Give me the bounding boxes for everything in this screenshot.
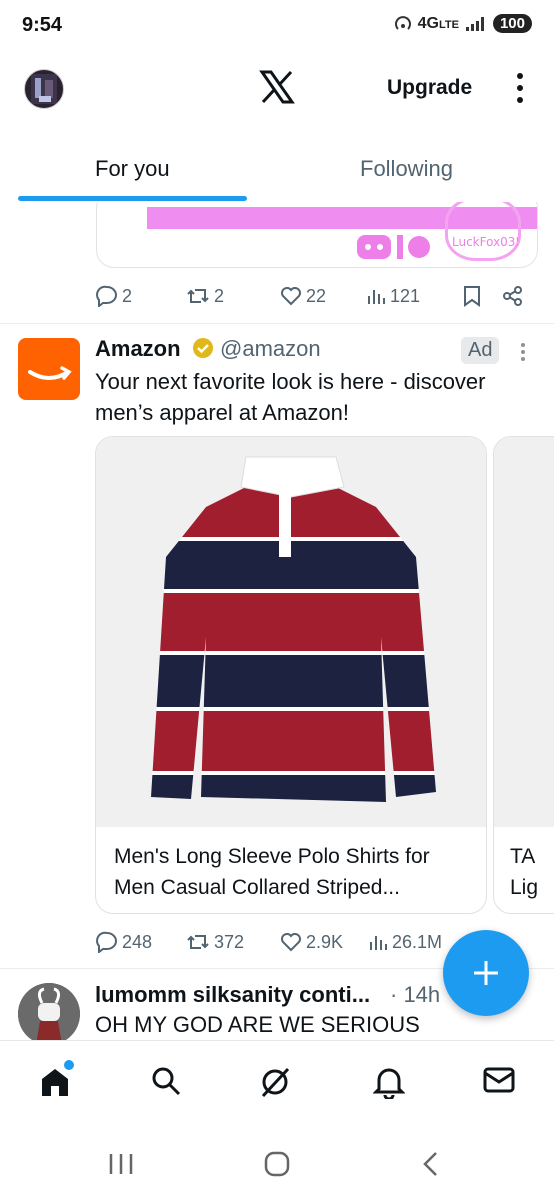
author-name[interactable]: lumomm silksanity conti... [95, 982, 370, 1008]
search-icon [152, 1067, 181, 1096]
share-button[interactable] [502, 285, 524, 307]
carousel-card[interactable]: TA Lig [493, 436, 554, 914]
like-button[interactable]: 2.9K [280, 932, 343, 953]
post-text: Your next favorite look is here - discov… [95, 369, 486, 425]
fox-logo: LuckFox035 [445, 197, 521, 261]
bookmark-button[interactable] [463, 285, 481, 307]
repost-button[interactable]: 2 [186, 285, 224, 307]
carousel-card[interactable]: Men's Long Sleeve Polo Shirts for Men Ca… [95, 436, 487, 914]
home-system-button[interactable] [263, 1150, 291, 1178]
system-navigation [0, 1126, 554, 1200]
repost-button[interactable]: 372 [186, 931, 244, 953]
hotspot-icon [394, 15, 411, 30]
author-avatar[interactable] [18, 983, 80, 1045]
ad-badge: Ad [461, 337, 500, 364]
product-image [494, 437, 554, 827]
views-button[interactable]: 26.1M [368, 932, 442, 953]
logo-lettering: LuckFox035 [452, 235, 518, 249]
product-title: TA Lig [510, 845, 539, 899]
network-label: 4GLTE [417, 14, 459, 32]
nav-grok[interactable] [258, 1065, 292, 1099]
repost-icon [187, 935, 209, 949]
mail-icon [483, 1067, 515, 1093]
tab-for-you[interactable]: For you [95, 156, 170, 182]
status-time: 9:54 [22, 14, 63, 36]
post-text: OH MY GOD ARE WE SERIOUS [95, 1012, 420, 1037]
share-icon [503, 286, 522, 306]
product-title: Men's Long Sleeve Polo Shirts for Men Ca… [114, 845, 430, 899]
back-button[interactable] [420, 1150, 440, 1178]
heart-icon [281, 287, 301, 306]
recent-apps-button[interactable] [108, 1152, 134, 1176]
like-count: 22 [306, 285, 327, 306]
tab-bar [0, 130, 554, 202]
tab-following[interactable]: Following [360, 156, 453, 182]
views-button[interactable]: 121 [366, 286, 420, 307]
x-logo-icon[interactable] [258, 68, 296, 106]
verified-badge-icon [192, 337, 214, 359]
views-count: 26.1M [392, 931, 443, 952]
signal-icon [465, 16, 484, 31]
author-handle[interactable]: @amazon [220, 336, 321, 362]
amazon-avatar[interactable] [18, 338, 80, 400]
repost-count: 2 [214, 285, 225, 306]
bell-icon [373, 1068, 405, 1099]
recent-apps-icon [109, 1154, 133, 1174]
back-icon [423, 1152, 437, 1176]
nav-search[interactable] [150, 1065, 182, 1097]
battery-indicator: 100 [492, 14, 532, 33]
tab-indicator [18, 196, 247, 201]
plus-icon [474, 961, 498, 985]
views-count: 121 [390, 285, 421, 306]
post-more-icon[interactable] [520, 342, 526, 362]
bookmark-icon [464, 286, 480, 307]
grok-icon [261, 1067, 290, 1098]
nav-messages[interactable] [482, 1065, 516, 1095]
more-options-icon[interactable] [514, 72, 526, 104]
views-icon [370, 936, 387, 950]
author-name[interactable]: Amazon [95, 336, 181, 362]
status-icons: 4GLTE 100 [394, 14, 532, 33]
reply-count: 248 [122, 931, 153, 952]
discord-logo [357, 233, 433, 261]
compose-post-button[interactable] [443, 930, 529, 1016]
nav-notifications[interactable] [373, 1065, 405, 1099]
views-icon [368, 290, 385, 304]
reply-button[interactable]: 2 [96, 285, 132, 307]
home-circle-icon [264, 1151, 290, 1177]
post-time: · 14h [390, 982, 441, 1007]
profile-avatar[interactable] [24, 69, 64, 109]
reply-button[interactable]: 248 [96, 931, 152, 953]
like-button[interactable]: 22 [280, 286, 326, 307]
bottom-navigation [0, 1040, 554, 1127]
upgrade-button[interactable]: Upgrade [387, 76, 472, 100]
repost-icon [187, 289, 209, 303]
divider [0, 323, 554, 324]
reply-icon [96, 285, 117, 307]
reply-icon [96, 931, 117, 953]
notification-dot [62, 1058, 76, 1072]
like-count: 2.9K [306, 931, 344, 952]
reply-count: 2 [122, 285, 133, 306]
repost-count: 372 [214, 931, 245, 952]
post-actions: 2 2 22 121 [0, 280, 554, 312]
heart-icon [281, 933, 301, 952]
product-image [96, 437, 486, 827]
